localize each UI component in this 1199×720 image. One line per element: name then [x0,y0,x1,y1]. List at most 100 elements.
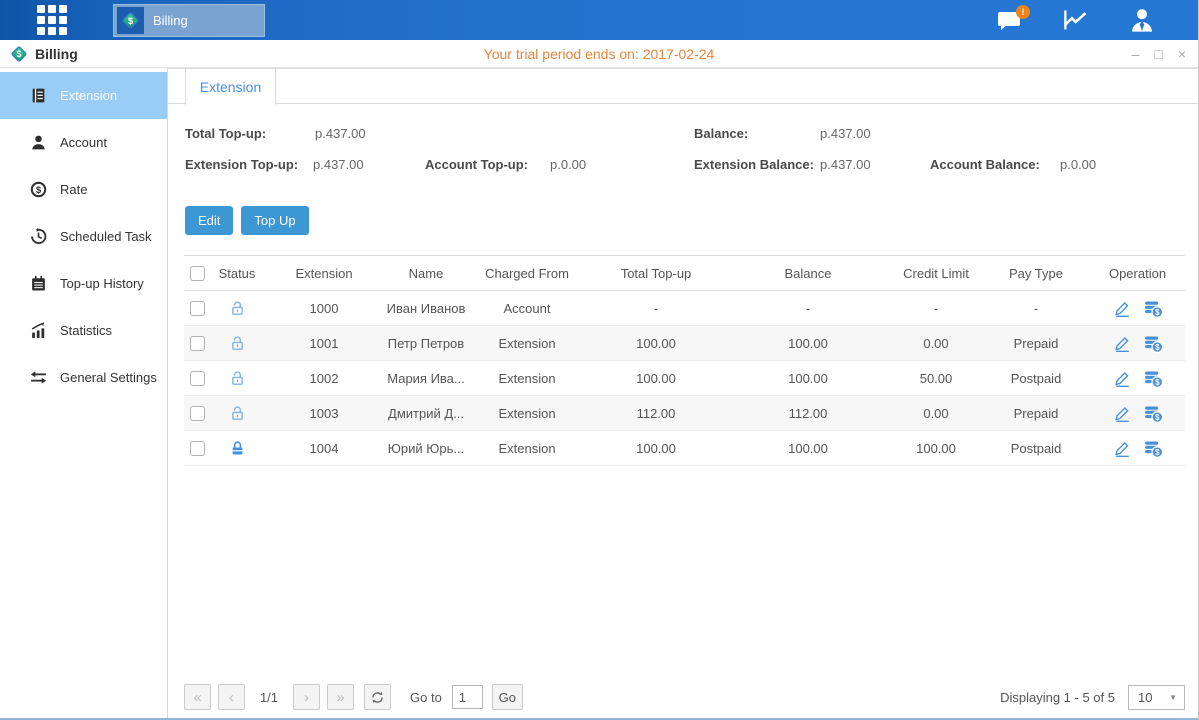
sidebar-item-statistics[interactable]: Statistics [0,307,167,354]
topup-extension-icon[interactable] [1144,404,1163,423]
table-row: 1000Иван ИвановAccount---- [184,291,1185,326]
status-lock-open-icon [229,335,246,352]
apps-grid-icon[interactable] [33,1,71,39]
topup-extension-icon[interactable] [1144,299,1163,318]
sidebar-item-label: Scheduled Task [60,229,152,244]
prev-page-button[interactable]: ‹ [218,684,245,710]
sidebar-item-rate[interactable]: $ Rate [0,166,167,213]
chevron-down-icon: ▼ [1169,693,1177,702]
window-title: Billing [10,45,78,63]
top-up-button[interactable]: Top Up [241,206,308,235]
edit-extension-icon[interactable] [1113,299,1132,318]
col-pay-type: Pay Type [982,256,1090,291]
extension-table: Status Extension Name Charged From Total… [184,255,1185,466]
billing-title-icon [10,45,28,63]
sidebar: Extension Account $ Rate Scheduled Task [0,68,168,718]
topup-extension-icon[interactable] [1144,439,1163,458]
maximize-button[interactable]: □ [1154,47,1162,61]
taskbar-tab-billing[interactable]: Billing [113,4,265,37]
cell-credit-limit: 50.00 [890,361,982,396]
sidebar-item-label: General Settings [60,370,157,385]
col-charged-from: Charged From [468,256,586,291]
status-lock-open-icon [229,370,246,387]
window-title-text: Billing [35,46,78,62]
refresh-icon [370,690,385,705]
messages-icon[interactable]: ! [992,4,1028,36]
sidebar-item-general-settings[interactable]: General Settings [0,354,167,401]
general-settings-icon [30,369,47,386]
next-page-button[interactable]: › [293,684,320,710]
close-button[interactable]: × [1178,47,1186,61]
sidebar-item-account[interactable]: Account [0,119,167,166]
cell-balance: - [726,291,890,326]
total-topup-value: p.437.00 [315,126,366,141]
status-lock-closed-icon [229,440,246,457]
cell-total-topup: 112.00 [586,396,726,431]
sidebar-item-scheduled-task[interactable]: Scheduled Task [0,213,167,260]
cell-pay-type: Postpaid [982,431,1090,466]
tab-extension[interactable]: Extension [185,69,276,105]
row-checkbox[interactable] [190,406,205,421]
topup-extension-icon[interactable] [1144,334,1163,353]
taskbar-tab-label: Billing [153,13,188,28]
first-page-button[interactable]: « [184,684,211,710]
user-account-icon[interactable] [1124,4,1160,36]
rate-icon: $ [30,181,47,198]
col-status: Status [210,256,264,291]
col-credit-limit: Credit Limit [890,256,982,291]
edit-extension-icon[interactable] [1113,404,1132,423]
edit-button[interactable]: Edit [185,206,233,235]
main-content: Extension Total Top-up: p.437.00 Balance… [168,68,1199,718]
cell-balance: 112.00 [726,396,890,431]
cell-total-topup: - [586,291,726,326]
cell-pay-type: Prepaid [982,396,1090,431]
row-checkbox[interactable] [190,301,205,316]
page-size-select[interactable]: 10 ▼ [1128,685,1185,710]
cell-total-topup: 100.00 [586,326,726,361]
edit-extension-icon[interactable] [1113,369,1132,388]
page-indicator: 1/1 [252,690,286,705]
sidebar-item-topup-history[interactable]: Top-up History [0,260,167,307]
statistics-chart-icon[interactable] [1058,4,1094,36]
extension-balance-label: Extension Balance: [694,157,814,172]
cell-charged-from: Extension [468,361,586,396]
cell-name: Юрий Юрь... [384,431,468,466]
cell-credit-limit: - [890,291,982,326]
cell-credit-limit: 100.00 [890,431,982,466]
trial-notice: Your trial period ends on: 2017-02-24 [0,46,1198,62]
cell-charged-from: Extension [468,396,586,431]
go-button[interactable]: Go [492,684,523,710]
extension-table-body: 1000Иван ИвановAccount----1001Петр Петро… [184,291,1185,466]
row-checkbox[interactable] [190,441,205,456]
cell-extension: 1001 [264,326,384,361]
row-checkbox[interactable] [190,371,205,386]
cell-charged-from: Extension [468,326,586,361]
cell-balance: 100.00 [726,431,890,466]
cell-charged-from: Account [468,291,586,326]
topup-history-icon [30,275,47,292]
extension-balance-value: p.437.00 [820,157,871,172]
edit-extension-icon[interactable] [1113,439,1132,458]
refresh-button[interactable] [364,684,391,710]
last-page-button[interactable]: » [327,684,354,710]
total-topup-label: Total Top-up: [185,126,266,141]
sidebar-item-extension[interactable]: Extension [0,72,167,119]
scheduled-task-icon [30,228,47,245]
topup-extension-icon[interactable] [1144,369,1163,388]
col-total-topup: Total Top-up [586,256,726,291]
col-extension: Extension [264,256,384,291]
select-all-checkbox[interactable] [190,266,205,281]
goto-page-input[interactable] [452,685,483,709]
cell-credit-limit: 0.00 [890,396,982,431]
sidebar-item-label: Rate [60,182,87,197]
table-row: 1003Дмитрий Д...Extension112.00112.000.0… [184,396,1185,431]
edit-extension-icon[interactable] [1113,334,1132,353]
row-checkbox[interactable] [190,336,205,351]
cell-name: Петр Петров [384,326,468,361]
col-balance: Balance [726,256,890,291]
table-row: 1004Юрий Юрь...Extension100.00100.00100.… [184,431,1185,466]
minimize-button[interactable]: – [1132,47,1140,61]
extension-icon [30,87,47,104]
table-row: 1002Мария Ива...Extension100.00100.0050.… [184,361,1185,396]
sidebar-item-label: Extension [60,88,117,103]
